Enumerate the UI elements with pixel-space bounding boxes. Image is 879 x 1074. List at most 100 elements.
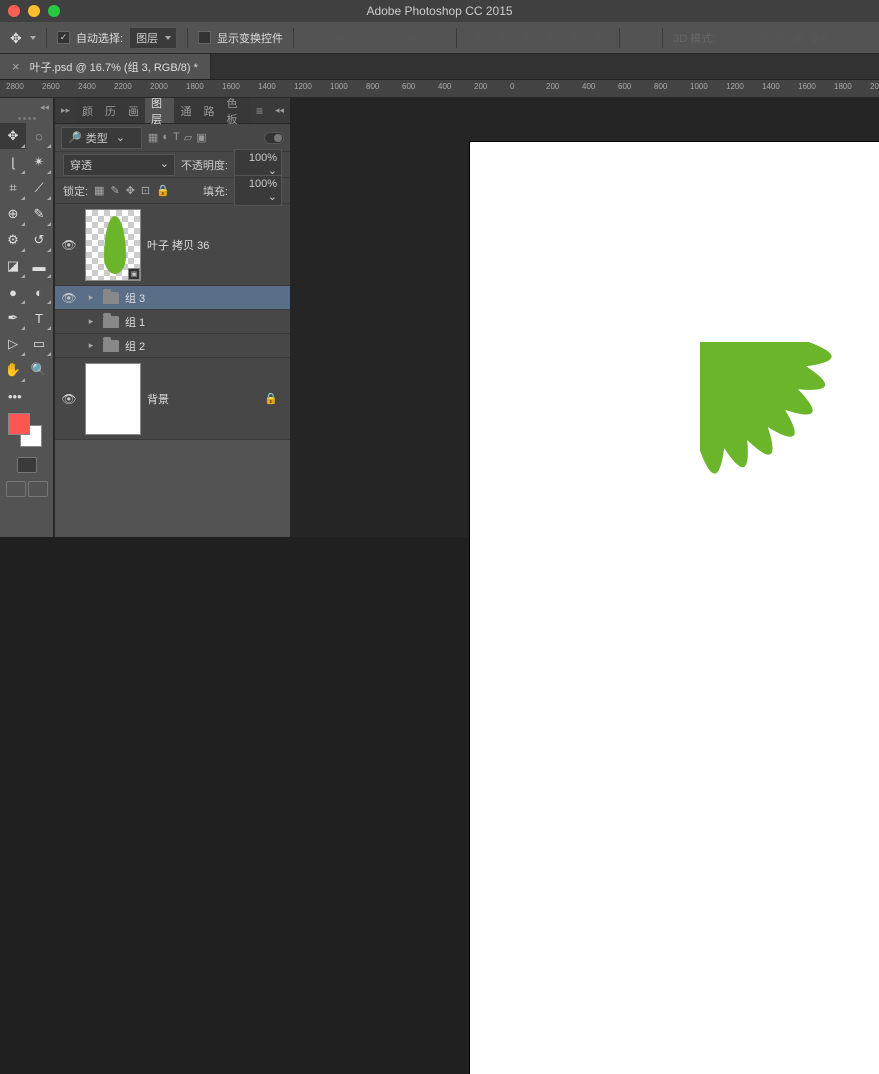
edit-toolbar-button[interactable]: •••: [0, 383, 53, 409]
window-minimize-icon[interactable]: [28, 5, 40, 17]
layer-row[interactable]: ▸ 组 2: [55, 334, 290, 358]
visibility-toggle[interactable]: 👁: [59, 238, 79, 252]
lasso-tool[interactable]: ɭ: [0, 149, 26, 175]
screen-mode-full-icon[interactable]: [28, 481, 48, 497]
expand-group-icon[interactable]: ▸: [85, 292, 97, 303]
filter-kind-select[interactable]: 🔎 类型 ⌄: [61, 127, 142, 149]
collapse-panel-icon[interactable]: ▸▸: [55, 98, 76, 123]
pen-tool[interactable]: ✒: [0, 305, 26, 331]
fill-input[interactable]: 100% ⌄: [234, 175, 282, 206]
filter-image-icon[interactable]: ▦: [148, 131, 158, 144]
window-zoom-icon[interactable]: [48, 5, 60, 17]
camera-3d-icon[interactable]: ▮◂: [811, 29, 826, 46]
align-bottom-icon[interactable]: ⊥: [352, 27, 374, 49]
layer-name[interactable]: 背景: [147, 391, 169, 407]
panel-tab-color[interactable]: 颜: [76, 98, 99, 123]
panel-menu-icon[interactable]: ≡: [250, 98, 269, 123]
collapse-tools-icon[interactable]: ◂◂: [0, 102, 53, 113]
layer-thumbnail[interactable]: ▣: [85, 209, 141, 281]
document-tab[interactable]: × 叶子.psd @ 16.7% (组 3, RGB/8) *: [0, 54, 211, 79]
zoom-3d-icon[interactable]: ◉: [793, 29, 805, 46]
healing-tool[interactable]: ⊕: [0, 201, 26, 227]
move-tool[interactable]: ✥: [0, 123, 26, 149]
align-right-icon[interactable]: ⊣: [424, 27, 446, 49]
canvas-area[interactable]: [290, 98, 879, 537]
canvas[interactable]: [470, 142, 879, 1074]
blend-mode-select[interactable]: 穿透⌄: [63, 154, 175, 176]
doc-close-button[interactable]: ×: [12, 59, 20, 74]
align-left-icon[interactable]: ⊢: [376, 27, 398, 49]
filter-type-icon[interactable]: T: [173, 131, 180, 144]
crop-tool[interactable]: ⌗: [0, 175, 26, 201]
eraser-tool[interactable]: ◪: [0, 253, 26, 279]
type-tool[interactable]: T: [26, 305, 52, 331]
hand-tool[interactable]: ✋: [0, 357, 26, 383]
screen-mode-standard-icon[interactable]: [6, 481, 26, 497]
align-hcenter-icon[interactable]: ≡: [400, 27, 422, 49]
auto-select-checkbox[interactable]: [57, 31, 70, 44]
filter-adjust-icon[interactable]: ◐: [162, 131, 169, 144]
layer-thumbnail[interactable]: [85, 363, 141, 435]
show-transform-checkbox[interactable]: [198, 31, 211, 44]
lock-position-icon[interactable]: ✥: [126, 184, 135, 197]
panel-tab-swatches[interactable]: 色板: [220, 98, 249, 123]
blur-tool[interactable]: ●: [0, 279, 26, 305]
gradient-tool[interactable]: ▬: [26, 253, 52, 279]
expand-group-icon[interactable]: ▸: [85, 340, 97, 351]
distribute-bottom-icon[interactable]: ⫴: [515, 27, 537, 49]
slide-3d-icon[interactable]: ❋: [775, 29, 787, 46]
panel-grip-icon[interactable]: [0, 113, 53, 123]
panel-tab-history[interactable]: 历: [99, 98, 122, 123]
layer-name[interactable]: 叶子 拷贝 36: [147, 237, 209, 253]
align-vcenter-icon[interactable]: ≡: [328, 27, 350, 49]
brush-tool[interactable]: ✎: [26, 201, 52, 227]
lock-artboard-icon[interactable]: ⊡: [141, 184, 150, 197]
history-brush-tool[interactable]: ↺: [26, 227, 52, 253]
lock-pixels-icon[interactable]: ✎: [110, 184, 119, 197]
marquee-tool[interactable]: ◌: [26, 123, 52, 149]
distribute-vcenter-icon[interactable]: ⫴: [491, 27, 513, 49]
quick-mask-icon[interactable]: [17, 457, 37, 473]
distribute-top-icon[interactable]: ⫴: [467, 27, 489, 49]
tool-preset-picker[interactable]: [10, 30, 36, 46]
orbit-3d-icon[interactable]: ⟲: [721, 29, 733, 46]
stamp-tool[interactable]: ⚙: [0, 227, 26, 253]
layer-row[interactable]: 👁 ▣ 叶子 拷贝 36: [55, 204, 290, 286]
layer-row[interactable]: 👁 背景 🔒: [55, 358, 290, 440]
shape-tool[interactable]: ▭: [26, 331, 52, 357]
zoom-tool[interactable]: 🔍: [26, 357, 52, 383]
panel-tab-layers[interactable]: 图层: [145, 98, 174, 123]
panel-tab-brush[interactable]: 画: [122, 98, 145, 123]
magic-wand-tool[interactable]: ✴: [26, 149, 52, 175]
filter-smart-icon[interactable]: ▣: [196, 131, 206, 144]
visibility-toggle[interactable]: 👁: [59, 392, 79, 406]
filter-toggle[interactable]: [264, 132, 284, 144]
distribute-hcenter-icon[interactable]: ⫴: [563, 27, 585, 49]
window-close-icon[interactable]: [8, 5, 20, 17]
foreground-color-swatch[interactable]: [8, 413, 30, 435]
lock-all-icon[interactable]: 🔒: [156, 184, 170, 197]
distribute-right-icon[interactable]: ⫴: [587, 27, 609, 49]
dodge-tool[interactable]: ◐: [26, 279, 52, 305]
distribute-left-icon[interactable]: ⫴: [539, 27, 561, 49]
roll-3d-icon[interactable]: ◎: [739, 29, 751, 46]
layer-name[interactable]: 组 1: [125, 314, 145, 330]
auto-align-icon[interactable]: ⊞: [630, 27, 652, 49]
panel-tab-channels[interactable]: 通: [174, 98, 197, 123]
expand-group-icon[interactable]: ▸: [85, 316, 97, 327]
layer-row[interactable]: ▸ 组 1: [55, 310, 290, 334]
pan-3d-icon[interactable]: ✥: [757, 29, 769, 46]
collapse-right-icon[interactable]: ◂◂: [269, 98, 290, 123]
path-select-tool[interactable]: ▷: [0, 331, 26, 357]
visibility-toggle[interactable]: 👁: [59, 291, 79, 305]
layer-row[interactable]: 👁 ▸ 组 3: [55, 286, 290, 310]
layer-name[interactable]: 组 2: [125, 338, 145, 354]
lock-transparency-icon[interactable]: ▦: [94, 184, 104, 197]
eyedropper-tool[interactable]: ⟋: [26, 175, 52, 201]
align-top-icon[interactable]: ⊤: [304, 27, 326, 49]
filter-shape-icon[interactable]: ▱: [184, 131, 192, 144]
layer-name[interactable]: 组 3: [125, 290, 145, 306]
ruler-tick: 1600: [222, 82, 240, 91]
panel-tab-paths[interactable]: 路: [197, 98, 220, 123]
auto-select-target[interactable]: 图层: [129, 27, 177, 49]
